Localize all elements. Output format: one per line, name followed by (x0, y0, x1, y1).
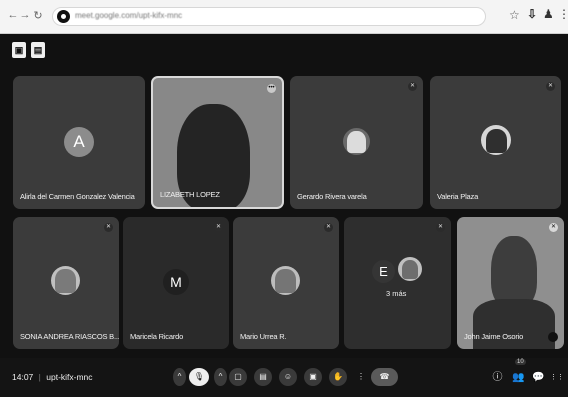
info-icon[interactable]: ⓘ (491, 371, 504, 384)
emoji-button[interactable]: ☺ (279, 368, 297, 386)
video-options-button[interactable]: ^ (214, 368, 227, 386)
mic-off-icon: ✕ (324, 223, 333, 232)
more-participants-count: 3 más (386, 289, 407, 298)
people-count-badge: 10 (515, 359, 526, 365)
bookmark-star-icon[interactable]: ☆ (509, 8, 520, 22)
participant-name: Gerardo Rivera varela (297, 192, 367, 201)
more-participants-tile[interactable]: E 3 más ✕ (344, 217, 451, 349)
mic-off-icon: ✕ (408, 82, 417, 91)
avatar (271, 266, 300, 295)
browser-menu-icon[interactable]: ⋮ (558, 7, 568, 21)
leave-call-button[interactable]: ☎ (371, 368, 398, 386)
camera-off-button[interactable]: ▢ (229, 368, 247, 386)
participant-name: Maricela Ricardo (130, 332, 184, 341)
avatar (398, 257, 422, 281)
avatar (51, 266, 80, 295)
people-icon[interactable]: 👥 (512, 371, 525, 384)
avatar (481, 125, 511, 155)
meeting-area: ▣ ▤ A Alirla del Carmen Gonzalez Valenci… (0, 34, 568, 397)
meeting-code: upt-kifx-mnc (46, 372, 93, 382)
participant-name: LIZABETH LOPEZ (160, 190, 220, 199)
avatar: A (64, 127, 94, 157)
avatar: E (372, 260, 395, 283)
chat-icon[interactable]: 💬 (532, 371, 545, 384)
meeting-controls-bar: 14:07 | upt-kifx-mnc ^ 🎙 ^ ▢ ▤ ☺ ▣ ✋ ⋮ ☎… (0, 358, 568, 397)
avatar-photo (401, 259, 419, 280)
meeting-info: 14:07 | upt-kifx-mnc (12, 372, 93, 382)
avatar-photo (55, 269, 76, 293)
mic-off-icon: ✕ (549, 223, 558, 232)
picture-in-picture-icon[interactable]: ▣ (12, 42, 26, 58)
participant-tile[interactable]: M ✕ Maricela Ricardo (123, 217, 229, 349)
participant-tile-speaking[interactable]: ••• LIZABETH LOPEZ (151, 76, 284, 209)
participant-name: SONIA ANDREA RIASCOS B... (20, 332, 119, 341)
avatar-photo (347, 131, 366, 153)
mic-off-icon: ✕ (214, 223, 223, 232)
meeting-time: 14:07 (12, 372, 34, 382)
raise-hand-button[interactable]: ✋ (329, 368, 347, 386)
speaking-badge (548, 332, 558, 342)
present-button[interactable]: ▣ (304, 368, 322, 386)
reload-icon[interactable]: ↻ (31, 9, 45, 22)
mic-off-icon: ✕ (546, 82, 555, 91)
speaking-indicator-icon: ••• (267, 84, 276, 93)
mic-off-icon: ✕ (104, 223, 113, 232)
layout-icon[interactable]: ▤ (31, 42, 45, 58)
activities-icon[interactable]: ⋮⋮ (550, 371, 564, 384)
participant-name: Alirla del Carmen Gonzalez Valencia (20, 192, 135, 201)
more-options-button[interactable]: ⋮ (352, 368, 370, 386)
download-icon[interactable]: ⇩ (527, 7, 537, 21)
audio-options-button[interactable]: ^ (173, 368, 186, 386)
avatar-photo (275, 269, 296, 293)
participant-name: Valeria Plaza (437, 192, 479, 201)
participant-tile[interactable]: ✕ SONIA ANDREA RIASCOS B... (13, 217, 119, 349)
participant-tile[interactable]: ✕ Mario Urrea R. (233, 217, 339, 349)
meeting-info-separator: | (38, 372, 41, 382)
participant-tile[interactable]: ✕ Gerardo Rivera varela (290, 76, 423, 209)
participant-tile[interactable]: ✕ Valeria Plaza (430, 76, 561, 209)
site-icon (57, 10, 70, 23)
avatar-photo (485, 128, 507, 153)
participant-tile[interactable]: A Alirla del Carmen Gonzalez Valencia (13, 76, 145, 209)
mic-off-icon: ✕ (436, 223, 445, 232)
browser-toolbar: ← → ↻ meet.google.com/upt-kifx-mnc ☆ ⇩ ♟… (0, 0, 568, 34)
participant-name: Mario Urrea R. (240, 332, 287, 341)
avatar: M (163, 269, 189, 295)
profile-icon[interactable]: ♟ (543, 7, 554, 21)
avatar (343, 128, 370, 155)
captions-button[interactable]: ▤ (254, 368, 272, 386)
participant-video (491, 236, 537, 308)
participant-shoulders (473, 299, 555, 349)
url-text: meet.google.com/upt-kifx-mnc (75, 11, 183, 20)
mic-off-button[interactable]: 🎙 (189, 368, 209, 386)
forward-icon[interactable]: → (18, 9, 32, 21)
participant-name: John Jaime Osorio (464, 332, 524, 341)
address-bar[interactable]: meet.google.com/upt-kifx-mnc (52, 7, 486, 26)
participant-tile[interactable]: ✕ John Jaime Osorio (457, 217, 564, 349)
